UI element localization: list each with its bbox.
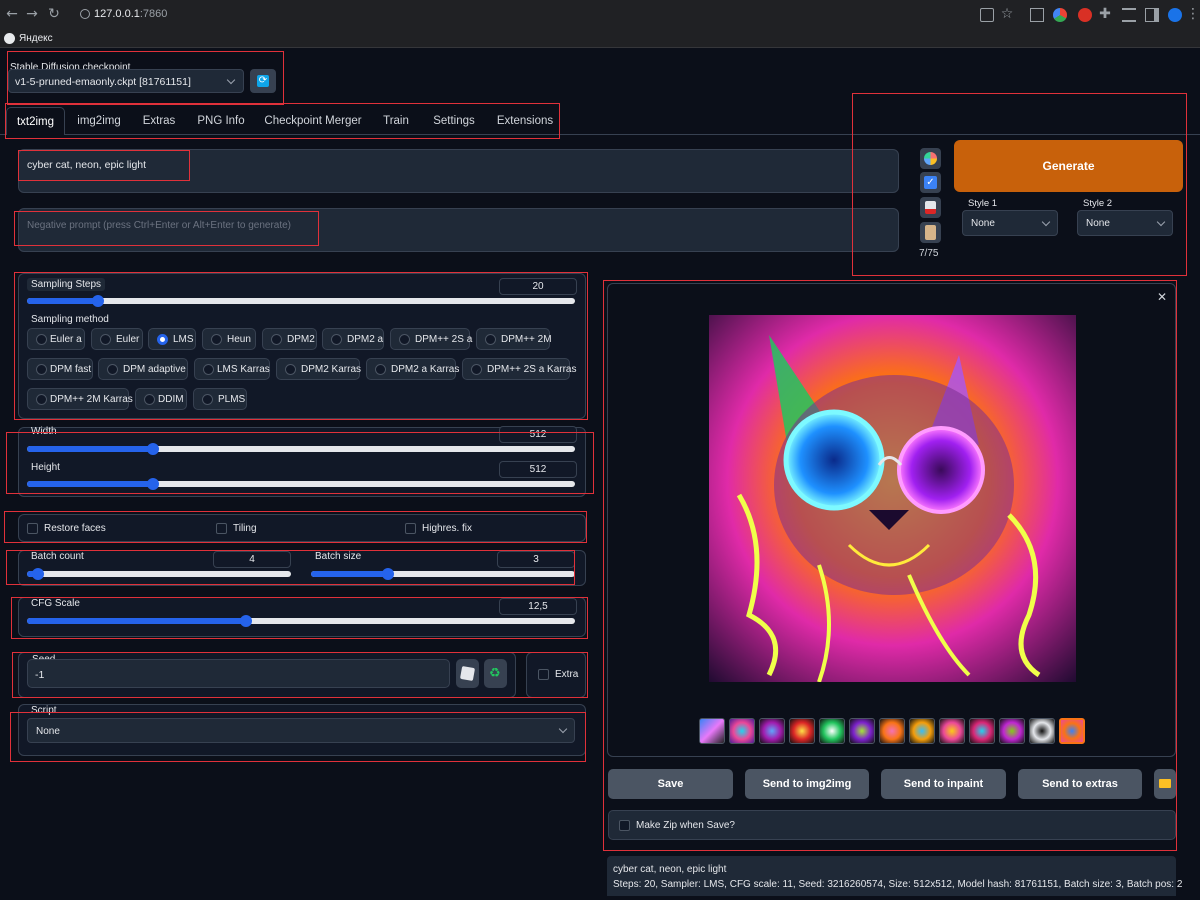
annotation-box xyxy=(14,211,319,246)
forward-icon[interactable]: → xyxy=(24,6,40,22)
annotation-box xyxy=(4,511,587,543)
share-icon[interactable] xyxy=(980,8,994,22)
site-info-icon[interactable] xyxy=(80,9,90,19)
record-icon[interactable] xyxy=(1078,8,1092,22)
menu-icon[interactable]: ⋮ xyxy=(1186,6,1200,22)
annotation-box xyxy=(852,93,1187,276)
star-icon[interactable]: ☆ xyxy=(1000,6,1014,22)
annotation-box xyxy=(5,103,560,139)
annotation-box xyxy=(12,652,588,698)
extension-icon[interactable] xyxy=(1053,8,1067,22)
annotation-box xyxy=(6,432,594,494)
reload-icon[interactable]: ↻ xyxy=(46,6,62,22)
bookmark-yandex[interactable]: Яндекс xyxy=(19,33,53,44)
info-prompt: cyber cat, neon, epic light xyxy=(613,864,727,875)
address-text: 127.0.0.1:7860 xyxy=(94,8,168,20)
annotation-box xyxy=(11,597,588,639)
browser-toolbar: ← → ↻ 127.0.0.1:7860 ☆ ✚ ⋮ xyxy=(0,0,1200,30)
bookmark-icon xyxy=(4,33,15,44)
annotation-box xyxy=(18,150,190,181)
side-panel-icon[interactable] xyxy=(1145,8,1159,22)
address-bar[interactable]: 127.0.0.1:7860 xyxy=(76,5,168,24)
back-icon[interactable]: ← xyxy=(4,6,20,22)
annotation-box xyxy=(7,51,284,105)
annotation-box xyxy=(6,550,575,585)
info-parameters: Steps: 20, Sampler: LMS, CFG scale: 11, … xyxy=(613,879,1183,890)
profile-avatar[interactable] xyxy=(1168,8,1182,22)
reading-list-icon[interactable] xyxy=(1122,8,1136,22)
annotation-box xyxy=(14,272,588,420)
bookmarks-bar: Яндекс xyxy=(0,30,1200,48)
annotation-box xyxy=(10,712,586,762)
screenshot-icon[interactable] xyxy=(1030,8,1044,22)
annotation-box xyxy=(603,280,1177,851)
generation-info: cyber cat, neon, epic light Steps: 20, S… xyxy=(607,856,1182,896)
puzzle-icon[interactable]: ✚ xyxy=(1098,6,1112,22)
